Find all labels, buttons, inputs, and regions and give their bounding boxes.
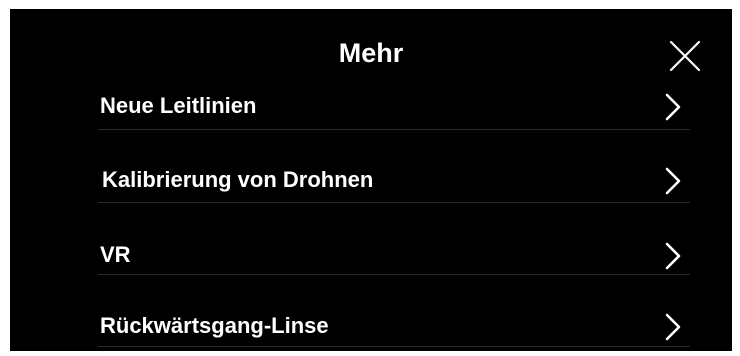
divider (98, 202, 690, 203)
divider (98, 346, 690, 347)
close-icon (668, 39, 702, 73)
menu-item-label: Kalibrierung von Drohnen (102, 167, 374, 192)
chevron-right-icon (663, 310, 683, 344)
menu-item-neue-leitlinien[interactable]: Neue Leitlinien (98, 84, 690, 128)
chevron-right-icon (663, 239, 683, 273)
chevron-right-icon (663, 90, 683, 124)
menu-item-kalibrierung-von-drohnen[interactable]: Kalibrierung von Drohnen (98, 158, 690, 202)
menu-item-label: Rückwärtsgang-Linse (100, 313, 329, 338)
more-menu-screen: Mehr Neue Leitlinien Kalibrierung von Dr… (10, 9, 732, 351)
page-title: Mehr (338, 38, 404, 68)
menu-item-label: VR (100, 242, 131, 267)
close-button[interactable] (668, 39, 702, 73)
menu-item-vr[interactable]: VR (98, 233, 690, 277)
chevron-right-icon (663, 164, 683, 198)
divider (98, 274, 690, 275)
divider (98, 129, 690, 130)
menu-item-label: Neue Leitlinien (100, 93, 257, 118)
menu-item-rueckwaertsgang-linse[interactable]: Rückwärtsgang-Linse (98, 304, 690, 348)
